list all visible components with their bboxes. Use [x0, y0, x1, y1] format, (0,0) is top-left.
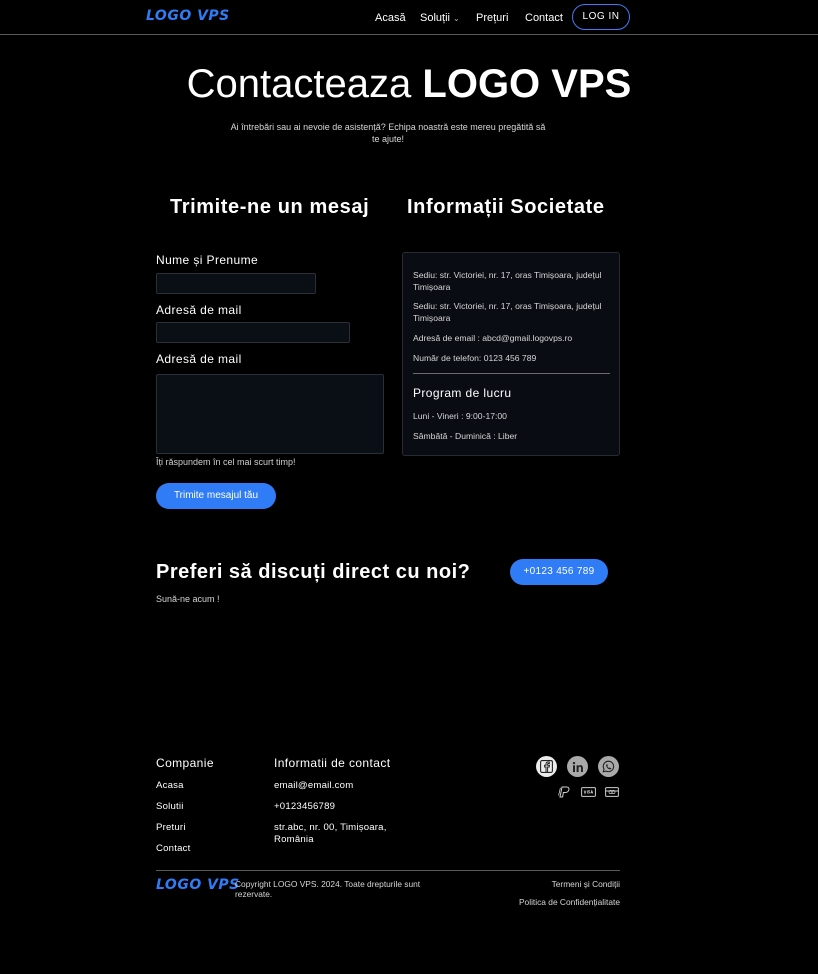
name-input[interactable]: [156, 273, 316, 294]
paypal-icon: [558, 786, 570, 798]
response-hint: Îți răspundem în cel mai scurt timp!: [156, 457, 296, 467]
address-line: Sediu: str. Victoriei, nr. 17, oras Timi…: [413, 270, 602, 292]
footer-contact-phone[interactable]: +0123456789: [274, 801, 335, 813]
email-line: Adresă de email : abcd@gmail.logovps.ro: [413, 333, 573, 343]
visa-icon: [581, 787, 596, 797]
info-divider: [413, 373, 610, 374]
call-subtext: Sună-ne acum !: [156, 594, 220, 604]
page-title-bold: LOGO VPS: [422, 62, 632, 106]
email-input[interactable]: [156, 322, 350, 343]
schedule-weekdays: Luni - Vineri : 9:00-17:00: [413, 411, 507, 421]
nav-link-contact[interactable]: Contact: [525, 12, 563, 24]
company-info-card: Sediu: str. Victoriei, nr. 17, oras Timi…: [402, 252, 620, 456]
facebook-icon[interactable]: [536, 756, 557, 777]
login-button[interactable]: LOG IN: [572, 4, 630, 30]
nav-link-solutii[interactable]: Soluții ⌄: [420, 12, 460, 24]
address-line: Sediu: str. Victoriei, nr. 17, oras Timi…: [413, 301, 602, 323]
footer-contact-email[interactable]: email@email.com: [274, 780, 353, 792]
footer-divider: [156, 870, 620, 871]
nav-link-solutii-label: Soluții: [420, 12, 450, 24]
email-label: Adresă de mail: [156, 303, 242, 317]
card-icon: [605, 787, 619, 797]
chevron-down-icon: ⌄: [452, 14, 460, 23]
nav-link-preturi[interactable]: Prețuri: [476, 12, 508, 24]
name-label: Nume și Prenume: [156, 253, 259, 267]
footer-link-contact[interactable]: Contact: [156, 843, 190, 855]
call-phone-button[interactable]: +0123 456 789: [510, 559, 608, 585]
header-logo[interactable]: LOGO VPS: [146, 8, 230, 24]
submit-message-button[interactable]: Trimite mesajul tău: [156, 483, 276, 509]
nav-link-acasa[interactable]: Acasă: [375, 12, 406, 24]
footer-link-preturi[interactable]: Preturi: [156, 822, 186, 834]
top-navigation-bar: LOGO VPS Acasă Soluții ⌄ Prețuri Contact …: [0, 0, 818, 35]
whatsapp-icon[interactable]: [598, 756, 619, 777]
footer-logo[interactable]: LOGO VPS: [156, 877, 240, 893]
company-info-heading: Informații Societate: [407, 196, 605, 218]
footer-company-heading: Companie: [156, 756, 214, 770]
message-textarea[interactable]: [156, 374, 384, 454]
terms-link[interactable]: Termeni și Condiții: [552, 879, 620, 889]
form-heading: Trimite-ne un mesaj: [170, 196, 370, 218]
privacy-link[interactable]: Politica de Confidențialitate: [519, 897, 620, 907]
page-subtitle: Ai întrebări sau ai nevoie de asistență?…: [230, 122, 546, 144]
phone-line: Număr de telefon: 0123 456 789: [413, 353, 537, 363]
footer-link-solutii[interactable]: Solutii: [156, 801, 184, 813]
page-title: Contacteaza LOGO VPS: [0, 62, 818, 107]
message-label: Adresă de mail: [156, 352, 242, 366]
footer-link-acasa[interactable]: Acasa: [156, 780, 184, 792]
schedule-heading: Program de lucru: [413, 386, 512, 400]
linkedin-icon[interactable]: [567, 756, 588, 777]
page-title-light: Contacteaza: [186, 62, 412, 106]
call-heading: Preferi să discuți direct cu noi?: [156, 561, 471, 583]
schedule-weekend: Sâmbătă - Duminică : Liber: [413, 431, 518, 441]
footer-contact-heading: Informatii de contact: [274, 756, 391, 770]
copyright-text: Copyright LOGO VPS. 2024. Toate drepturi…: [235, 879, 421, 899]
footer-contact-address: str.abc, nr. 00, Timișoara, România: [274, 822, 387, 845]
